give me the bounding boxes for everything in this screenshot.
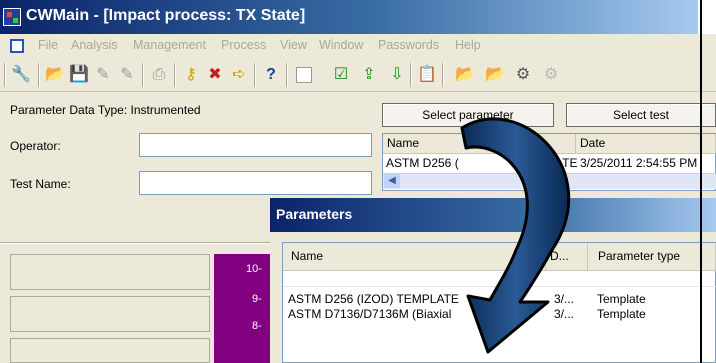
parameter-row-name[interactable]: ASTM D7136/D7136M (Biaxial [288, 307, 451, 321]
toolbar-separator [174, 63, 176, 87]
toolbar-separator [142, 63, 144, 87]
column-header-parameter-type[interactable]: Parameter type [588, 243, 716, 271]
select-test-button[interactable]: Select test [566, 103, 716, 127]
toolbar-separator [254, 63, 256, 87]
column-header-date[interactable]: Date [576, 134, 716, 154]
column-header-date[interactable]: D... [546, 243, 588, 271]
folder-up-icon[interactable]: ⇪ [358, 64, 380, 86]
key-icon[interactable]: ⚷ [180, 64, 202, 86]
help-icon[interactable]: ? [260, 64, 282, 86]
list-item-name-suffix[interactable]: ATE [555, 156, 577, 170]
toolbar-separator [410, 63, 412, 87]
parameter-row-date[interactable]: 3/... [554, 307, 574, 321]
key-arrow-icon[interactable]: ➪ [228, 64, 250, 86]
toolbar-separator [442, 63, 444, 87]
save-icon[interactable]: 💾 [68, 64, 90, 86]
operator-field[interactable] [139, 133, 372, 157]
y-tick-label: 10- [246, 263, 262, 275]
group-box [10, 296, 210, 332]
operator-label: Operator: [10, 139, 61, 153]
list-item-date[interactable]: 3/25/2011 2:54:55 PM [580, 156, 697, 170]
parameter-row-name[interactable]: ASTM D256 (IZOD) TEMPLATE [288, 292, 459, 306]
column-header-name[interactable]: Name [283, 243, 546, 271]
app-icon[interactable] [3, 8, 21, 26]
menu-window[interactable]: Window [319, 38, 363, 52]
menu-view[interactable]: View [280, 38, 307, 52]
key-remove-icon[interactable]: ✖ [204, 64, 226, 86]
y-tick-label: 8- [252, 320, 262, 332]
parameter-row-date[interactable]: 3/... [554, 292, 574, 306]
blank-row [283, 271, 716, 287]
parameter-row-type[interactable]: Template [597, 307, 646, 321]
folder-open-icon[interactable]: 📂 [44, 64, 66, 86]
wrench-icon[interactable]: 🔧 [10, 64, 32, 86]
menu-help[interactable]: Help [455, 38, 481, 52]
parameter-row-type[interactable]: Template [597, 292, 646, 306]
toolbar-grip [4, 63, 6, 87]
document-icon[interactable] [10, 39, 24, 53]
scroll-left-icon[interactable]: ◀ [384, 174, 400, 188]
menu-process[interactable]: Process [221, 38, 266, 52]
properties-icon[interactable]: ⚙ [512, 64, 534, 86]
horizontal-scrollbar[interactable] [383, 173, 716, 189]
test-name-label: Test Name: [10, 177, 71, 191]
menu-analysis[interactable]: Analysis [71, 38, 118, 52]
clipboard-icon[interactable]: 📋 [416, 64, 438, 86]
y-tick-label: 9- [252, 293, 262, 305]
window-title: CWMain - [Impact process: TX State] [26, 7, 306, 24]
checklist-icon[interactable]: ☑ [330, 64, 352, 86]
edit-icon[interactable]: ✎ [92, 64, 114, 86]
toolbar-separator [286, 63, 288, 87]
edit-icon[interactable]: ✎ [116, 64, 138, 86]
blank-icon[interactable] [296, 67, 312, 83]
open-folder-icon[interactable]: 📂 [484, 64, 506, 86]
toolbar-separator [38, 63, 40, 87]
print-icon[interactable]: ⎙ [148, 64, 170, 86]
list-item-name[interactable]: ASTM D256 ( [386, 156, 459, 170]
dialog-title: Parameters [276, 206, 353, 222]
menu-file[interactable]: File [38, 38, 58, 52]
menu-management[interactable]: Management [133, 38, 206, 52]
open-folder-icon[interactable]: 📂 [454, 64, 476, 86]
group-box [10, 338, 210, 363]
folder-down-icon[interactable]: ⇩ [386, 64, 408, 86]
menu-passwords[interactable]: Passwords [378, 38, 439, 52]
column-header-name[interactable]: Name [383, 134, 576, 154]
group-box [10, 254, 210, 290]
border-line [700, 0, 702, 363]
select-parameter-button[interactable]: Select parameter [382, 103, 554, 127]
parameter-type-label: Parameter Data Type: Instrumented [10, 103, 201, 117]
test-name-field[interactable] [139, 171, 372, 195]
properties-icon[interactable]: ⚙ [540, 64, 562, 86]
